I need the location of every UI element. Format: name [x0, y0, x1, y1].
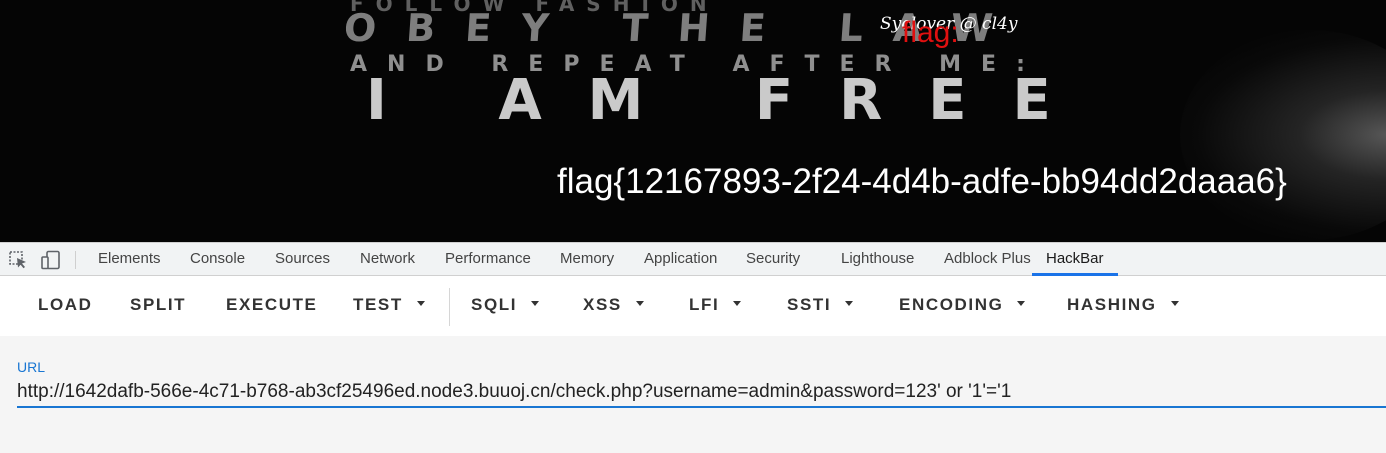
hackbar-body: URL	[0, 336, 1386, 453]
tab-console[interactable]: Console	[190, 243, 245, 276]
tab-hackbar[interactable]: HackBar	[1032, 243, 1118, 276]
device-toolbar-icon[interactable]	[40, 250, 60, 270]
tab-lighthouse[interactable]: Lighthouse	[841, 243, 914, 276]
split-button[interactable]: SPLIT	[130, 295, 186, 315]
chevron-down-icon	[733, 301, 742, 307]
load-button[interactable]: LOAD	[38, 295, 93, 315]
test-menu-label: TEST	[353, 295, 403, 314]
tab-adblock-plus[interactable]: Adblock Plus	[944, 243, 1031, 276]
tab-sources[interactable]: Sources	[275, 243, 330, 276]
load-button-label: LOAD	[38, 295, 93, 314]
encoding-menu-button[interactable]: ENCODING	[899, 295, 1026, 315]
web-page: FOLLOW FASHION OBEY THE LAW AND REPEAT A…	[0, 0, 1386, 242]
split-button-label: SPLIT	[130, 295, 187, 314]
tab-application[interactable]: Application	[644, 243, 717, 276]
banner-decoration	[1180, 30, 1386, 240]
lfi-menu-button[interactable]: LFI	[689, 295, 742, 315]
sqli-menu-label: SQLI	[471, 295, 518, 314]
banner-image: FOLLOW FASHION OBEY THE LAW AND REPEAT A…	[330, 0, 1160, 133]
chevron-down-icon	[635, 301, 644, 307]
lfi-menu-label: LFI	[689, 295, 720, 314]
tab-security[interactable]: Security	[746, 243, 800, 276]
url-input[interactable]	[17, 378, 1386, 408]
execute-button-label: EXECUTE	[226, 295, 318, 314]
tab-network[interactable]: Network	[360, 243, 415, 276]
test-menu-button[interactable]: TEST	[353, 295, 425, 315]
ssti-menu-button[interactable]: SSTI	[787, 295, 854, 315]
banner-line-4: I AM FREE	[366, 68, 1097, 133]
toolbar-divider	[449, 288, 450, 326]
inspect-element-icon[interactable]	[8, 250, 28, 270]
chevron-down-icon	[845, 301, 854, 307]
toolbar-separator	[75, 251, 76, 269]
url-label: URL	[17, 359, 46, 375]
hashing-menu-label: HASHING	[1067, 295, 1157, 314]
devtools-tab-bar: Elements Console Sources Network Perform…	[0, 242, 1386, 276]
hashing-menu-button[interactable]: HASHING	[1067, 295, 1179, 315]
xss-menu-button[interactable]: XSS	[583, 295, 644, 315]
ssti-menu-label: SSTI	[787, 295, 832, 314]
execute-button[interactable]: EXECUTE	[226, 295, 318, 315]
flag-value: flag{12167893-2f24-4d4b-adfe-bb94dd2daaa…	[557, 162, 1287, 201]
tab-memory[interactable]: Memory	[560, 243, 614, 276]
chevron-down-icon	[1017, 301, 1026, 307]
xss-menu-label: XSS	[583, 295, 622, 314]
tab-elements[interactable]: Elements	[98, 243, 161, 276]
hackbar-toolbar: LOAD SPLIT EXECUTE TEST SQLI XSS LFI SST…	[0, 276, 1386, 336]
chevron-down-icon	[531, 301, 540, 307]
tab-performance[interactable]: Performance	[445, 243, 531, 276]
chevron-down-icon	[1170, 301, 1179, 307]
chevron-down-icon	[416, 301, 425, 307]
encoding-menu-label: ENCODING	[899, 295, 1004, 314]
flag-label: flag:	[902, 16, 959, 49]
sqli-menu-button[interactable]: SQLI	[471, 295, 540, 315]
